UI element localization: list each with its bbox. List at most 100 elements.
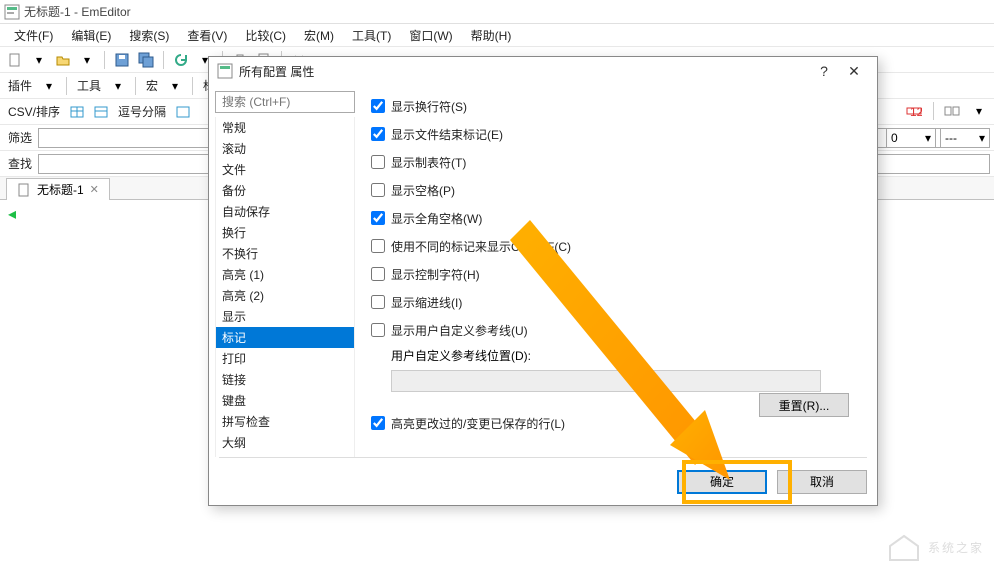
chevron-down-icon[interactable]: ▾ xyxy=(968,100,990,122)
menu-search[interactable]: 搜索(S) xyxy=(121,25,177,46)
checkbox-input[interactable] xyxy=(371,211,385,225)
option-checkbox[interactable]: 显示缩进线(I) xyxy=(371,291,857,313)
option-label: 显示文件结束标记(E) xyxy=(391,126,503,143)
csvsep-label: 逗号分隔 xyxy=(114,103,170,120)
checkbox-input[interactable] xyxy=(371,267,385,281)
guide-label: 用户自定义参考线位置(D): xyxy=(391,347,857,364)
menu-macro[interactable]: 宏(M) xyxy=(296,25,342,46)
reset-button[interactable]: 重置(R)... xyxy=(759,393,849,417)
category-item[interactable]: 常规 xyxy=(216,117,354,138)
option-label: 显示换行符(S) xyxy=(391,98,467,115)
menu-compare[interactable]: 比较(C) xyxy=(237,25,294,46)
menu-file[interactable]: 文件(F) xyxy=(6,25,61,46)
ruler-icon[interactable]: 123 xyxy=(903,100,925,122)
category-item[interactable]: 键盘 xyxy=(216,390,354,411)
find-label: 查找 xyxy=(4,155,36,172)
category-item[interactable]: 文件 xyxy=(216,159,354,180)
option-checkbox[interactable]: 显示制表符(T) xyxy=(371,151,857,173)
filter-label: 筛选 xyxy=(4,129,36,146)
app-icon xyxy=(4,4,20,20)
save-all-icon[interactable] xyxy=(135,49,157,71)
chevron-down-icon[interactable]: ▾ xyxy=(76,49,98,71)
category-item[interactable]: 高亮 (2) xyxy=(216,285,354,306)
tab-document[interactable]: 无标题-1 ✕ xyxy=(6,178,110,200)
option-checkbox[interactable]: 使用不同的标记来显示CR与LF(C) xyxy=(371,235,857,257)
category-item[interactable]: 不换行 xyxy=(216,243,354,264)
help-icon[interactable]: ? xyxy=(809,63,839,79)
reload-icon[interactable] xyxy=(170,49,192,71)
chevron-down-icon[interactable]: ▾ xyxy=(107,75,129,97)
checkbox-input[interactable] xyxy=(371,127,385,141)
chevron-down-icon[interactable]: ▾ xyxy=(28,49,50,71)
menu-edit[interactable]: 编辑(E) xyxy=(63,25,119,46)
window-title: 无标题-1 - EmEditor xyxy=(24,3,131,20)
category-item[interactable]: 换行 xyxy=(216,222,354,243)
category-item[interactable]: 自动保存 xyxy=(216,201,354,222)
table-alt-icon[interactable] xyxy=(90,101,112,123)
dialog-title: 所有配置 属性 xyxy=(239,63,809,80)
doc-icon xyxy=(17,183,31,197)
toolbar-right-widgets2: 0▾ ---▾ xyxy=(886,128,990,148)
option-checkbox[interactable]: 显示全角空格(W) xyxy=(371,207,857,229)
category-item[interactable]: 标记 xyxy=(216,327,354,348)
option-checkbox[interactable]: 显示空格(P) xyxy=(371,179,857,201)
option-label: 显示空格(P) xyxy=(391,182,455,199)
option-label: 显示用户自定义参考线(U) xyxy=(391,322,528,339)
macro-label: 宏 xyxy=(142,77,162,94)
dialog-icon xyxy=(217,63,233,79)
number-select[interactable]: 0▾ xyxy=(886,128,936,148)
close-icon[interactable]: ✕ xyxy=(90,183,99,196)
option-checkbox[interactable]: 显示文件结束标记(E) xyxy=(371,123,857,145)
category-item[interactable]: 打印 xyxy=(216,348,354,369)
option-label: 显示控制字符(H) xyxy=(391,266,480,283)
properties-dialog: 所有配置 属性 ? ✕ 常规滚动文件备份自动保存换行不换行高亮 (1)高亮 (2… xyxy=(208,56,878,506)
option-checkbox[interactable]: 显示控制字符(H) xyxy=(371,263,857,285)
checkbox-input[interactable] xyxy=(371,99,385,113)
table-icon[interactable] xyxy=(66,101,88,123)
category-item[interactable]: 大纲 xyxy=(216,432,354,453)
category-list[interactable]: 常规滚动文件备份自动保存换行不换行高亮 (1)高亮 (2)显示标记打印链接键盘拼… xyxy=(215,117,355,457)
category-item[interactable]: 拼写检查 xyxy=(216,411,354,432)
checkbox-input[interactable] xyxy=(371,323,385,337)
checkbox-input[interactable] xyxy=(371,295,385,309)
save-icon[interactable] xyxy=(111,49,133,71)
category-item[interactable]: 显示 xyxy=(216,306,354,327)
search-input[interactable] xyxy=(215,91,355,113)
close-icon[interactable]: ✕ xyxy=(839,63,869,80)
category-item[interactable]: 高亮 (1) xyxy=(216,264,354,285)
new-file-icon[interactable] xyxy=(4,49,26,71)
tab-label: 无标题-1 xyxy=(37,181,84,198)
svg-text:123: 123 xyxy=(910,105,922,119)
option-checkbox[interactable]: 显示用户自定义参考线(U) xyxy=(371,319,857,341)
menu-help[interactable]: 帮助(H) xyxy=(463,25,520,46)
checkbox-input[interactable] xyxy=(371,183,385,197)
ok-button[interactable]: 确定 xyxy=(677,470,767,494)
option-label: 显示全角空格(W) xyxy=(391,210,482,227)
menu-bar: 文件(F) 编辑(E) 搜索(S) 查看(V) 比较(C) 宏(M) 工具(T)… xyxy=(0,24,994,46)
category-item[interactable]: 滚动 xyxy=(216,138,354,159)
category-item[interactable]: 链接 xyxy=(216,369,354,390)
option-checkbox[interactable]: 显示换行符(S) xyxy=(371,95,857,117)
checkbox-input[interactable] xyxy=(371,239,385,253)
option-label: 显示制表符(T) xyxy=(391,154,466,171)
open-file-icon[interactable] xyxy=(52,49,74,71)
menu-window[interactable]: 窗口(W) xyxy=(401,25,460,46)
toolbar-right-widgets: 123 ▾ xyxy=(903,100,990,122)
dash-select[interactable]: ---▾ xyxy=(940,128,990,148)
menu-tools[interactable]: 工具(T) xyxy=(344,25,399,46)
csv-label: CSV/排序 xyxy=(4,103,64,120)
tab-width-icon[interactable] xyxy=(942,100,964,122)
eof-marker-icon: ◂ xyxy=(8,206,16,223)
checkbox-input[interactable] xyxy=(371,416,385,430)
plugins-label: 插件 xyxy=(4,77,36,94)
category-item[interactable]: 备份 xyxy=(216,180,354,201)
table2-icon[interactable] xyxy=(172,101,194,123)
tools-label: 工具 xyxy=(73,77,105,94)
checkbox-input[interactable] xyxy=(371,155,385,169)
option-label: 使用不同的标记来显示CR与LF(C) xyxy=(391,238,571,255)
cancel-button[interactable]: 取消 xyxy=(777,470,867,494)
menu-view[interactable]: 查看(V) xyxy=(179,25,235,46)
chevron-down-icon[interactable]: ▾ xyxy=(164,75,186,97)
guide-position-input xyxy=(391,370,821,392)
chevron-down-icon[interactable]: ▾ xyxy=(38,75,60,97)
